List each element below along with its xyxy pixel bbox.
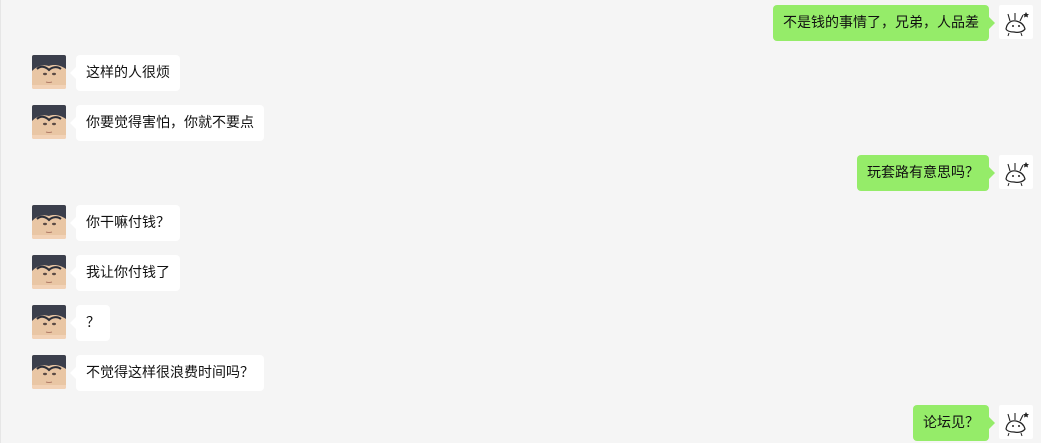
self-avatar[interactable]: [999, 155, 1033, 189]
message-row: 我让你付钱了: [1, 255, 1041, 291]
message-row: 这样的人很烦: [1, 55, 1041, 91]
anime-portrait-icon: [32, 355, 66, 389]
message-row: 玩套路有意思吗？: [1, 155, 1041, 191]
contact-avatar[interactable]: [32, 105, 66, 139]
message-bubble-other[interactable]: 不觉得这样很浪费时间吗？: [70, 355, 264, 391]
contact-avatar[interactable]: [32, 305, 66, 339]
message-row: 不是钱的事情了，兄弟，人品差: [1, 5, 1041, 41]
message-bubble-other[interactable]: ？: [70, 305, 110, 341]
message-bubble-self[interactable]: 论坛见？: [913, 405, 995, 441]
contact-avatar[interactable]: [32, 255, 66, 289]
message-row: 不觉得这样很浪费时间吗？: [1, 355, 1041, 391]
message-bubble-other[interactable]: 我让你付钱了: [70, 255, 180, 291]
sketch-creature-icon: [999, 5, 1033, 39]
message-row: 你干嘛付钱？: [1, 205, 1041, 241]
anime-portrait-icon: [32, 255, 66, 289]
anime-portrait-icon: [32, 55, 66, 89]
contact-avatar[interactable]: [32, 55, 66, 89]
anime-portrait-icon: [32, 105, 66, 139]
message-row: ？: [1, 305, 1041, 341]
anime-portrait-icon: [32, 305, 66, 339]
self-avatar[interactable]: [999, 405, 1033, 439]
chat-message-area: 不是钱的事情了，兄弟，人品差 这样的人很烦 你要觉得害怕，你就不要点 玩套路有意…: [0, 0, 1041, 443]
message-row: 你要觉得害怕，你就不要点: [1, 105, 1041, 141]
self-avatar[interactable]: [999, 5, 1033, 39]
message-bubble-other[interactable]: 这样的人很烦: [70, 55, 180, 91]
sketch-creature-icon: [999, 405, 1033, 439]
message-bubble-other[interactable]: 你干嘛付钱？: [70, 205, 180, 241]
contact-avatar[interactable]: [32, 205, 66, 239]
message-bubble-self[interactable]: 不是钱的事情了，兄弟，人品差: [773, 5, 995, 41]
sketch-creature-icon: [999, 155, 1033, 189]
message-row: 论坛见？: [1, 405, 1041, 441]
contact-avatar[interactable]: [32, 355, 66, 389]
message-bubble-other[interactable]: 你要觉得害怕，你就不要点: [70, 105, 264, 141]
message-bubble-self[interactable]: 玩套路有意思吗？: [857, 155, 995, 191]
anime-portrait-icon: [32, 205, 66, 239]
